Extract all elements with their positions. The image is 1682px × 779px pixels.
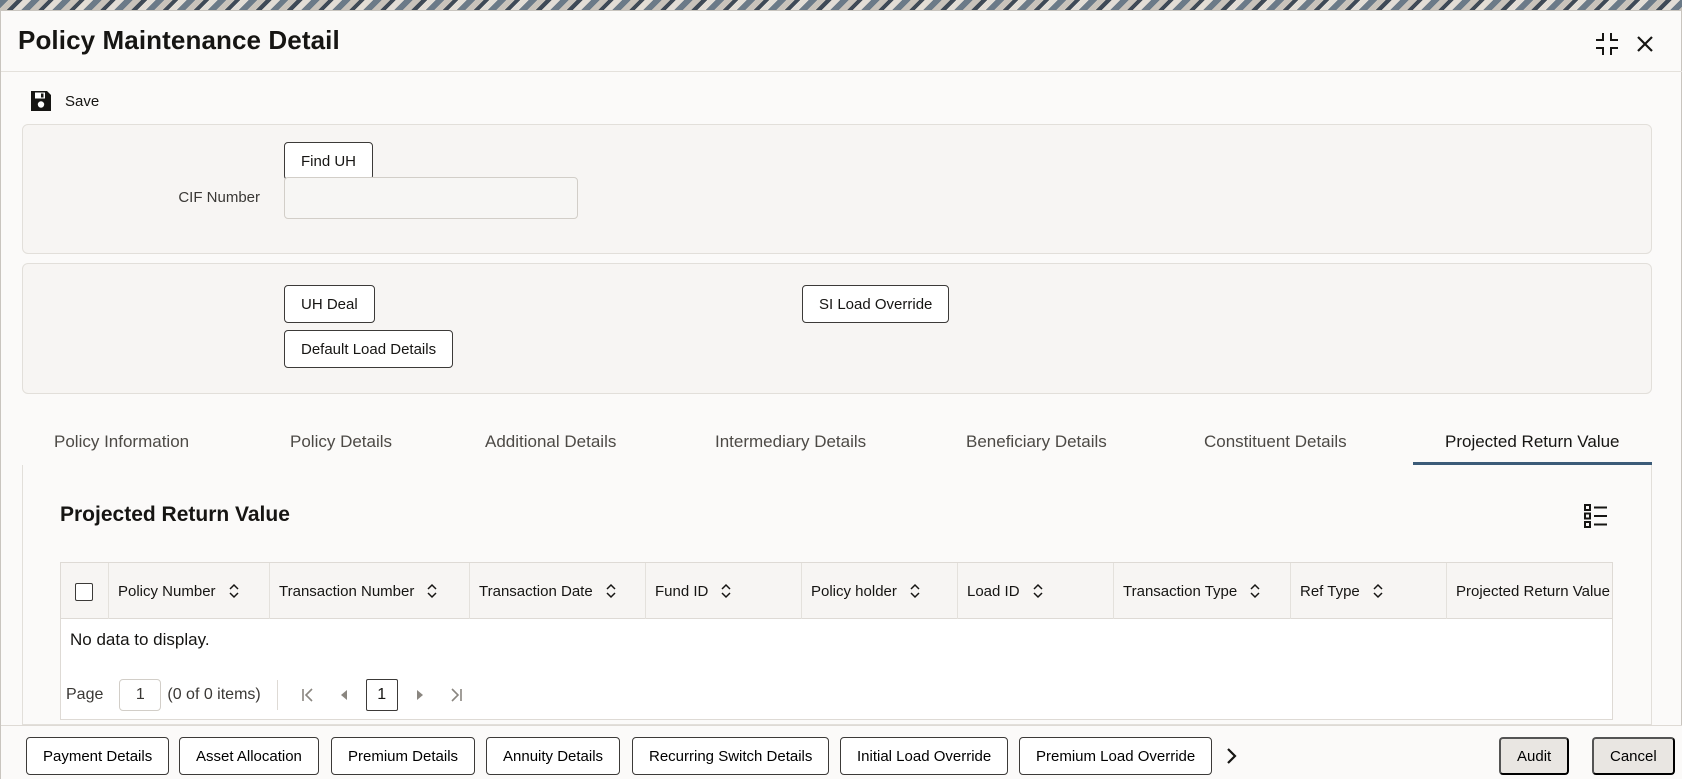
asset-allocation-button[interactable]: Asset Allocation — [179, 737, 319, 775]
column-transaction-date[interactable]: Transaction Date — [470, 563, 646, 619]
uh-deal-button[interactable]: UH Deal — [284, 285, 375, 323]
policy-maintenance-window: Policy Maintenance Detail Save Find UH C… — [0, 10, 1682, 779]
column-label: Load ID — [967, 582, 1020, 600]
select-all-cell — [61, 563, 109, 619]
column-label: Transaction Type — [1123, 582, 1238, 600]
maximize-button[interactable] — [1592, 29, 1622, 59]
column-label: Transaction Date — [479, 582, 593, 600]
column-label: Transaction Number — [279, 582, 415, 600]
si-load-override-button[interactable]: SI Load Override — [802, 285, 950, 323]
header-divider — [1, 71, 1682, 72]
save-button[interactable]: Save — [29, 87, 99, 115]
actions-panel: UH Deal Default Load Details SI Load Ove… — [22, 263, 1652, 394]
column-ref-type[interactable]: Ref Type — [1291, 563, 1447, 619]
last-page-button[interactable] — [442, 681, 470, 709]
tab-constituent-details[interactable]: Constituent Details — [1204, 419, 1347, 465]
sort-icon — [721, 583, 731, 599]
previous-page-icon — [340, 690, 347, 700]
column-label: Policy Number — [118, 582, 216, 600]
cif-number-label: CIF Number — [178, 189, 260, 206]
next-page-icon — [416, 690, 423, 700]
column-fund-id[interactable]: Fund ID — [646, 563, 802, 619]
tab-projected-return-value[interactable]: Projected Return Value — [1445, 419, 1620, 465]
page-title: Policy Maintenance Detail — [18, 25, 340, 55]
close-icon — [1637, 36, 1653, 52]
premium-details-button[interactable]: Premium Details — [331, 737, 476, 775]
tab-additional-details[interactable]: Additional Details — [485, 419, 616, 465]
first-page-button[interactable] — [294, 681, 322, 709]
save-label: Save — [65, 92, 100, 110]
sort-icon — [1373, 583, 1383, 599]
tab-policy-details[interactable]: Policy Details — [290, 419, 392, 465]
select-all-checkbox[interactable] — [75, 583, 93, 601]
column-label: Policy holder — [811, 582, 897, 600]
page-label: Page — [66, 686, 104, 703]
item-count: (0 of 0 items) — [167, 686, 261, 703]
projected-return-value-table: Policy Number Transaction Number Transac… — [60, 562, 1613, 720]
column-label: Ref Type — [1300, 582, 1360, 600]
tab-beneficiary-details[interactable]: Beneficiary Details — [966, 419, 1107, 465]
pagination: Page 1 (0 of 0 items) 1 — [66, 677, 470, 713]
tab-bar: Policy Information Policy Details Additi… — [22, 419, 1652, 465]
column-projected-return-value[interactable]: Projected Return Value — [1447, 563, 1612, 619]
tab-intermediary-details[interactable]: Intermediary Details — [715, 419, 866, 465]
column-transaction-number[interactable]: Transaction Number — [270, 563, 470, 619]
first-page-icon — [301, 688, 313, 702]
column-policy-number[interactable]: Policy Number — [109, 563, 270, 619]
column-settings-button[interactable] — [1583, 503, 1609, 529]
page-number-input[interactable]: 1 — [119, 679, 162, 711]
cif-number-input[interactable] — [284, 177, 578, 219]
sort-icon — [427, 583, 437, 599]
column-label: Fund ID — [655, 582, 709, 600]
sort-icon — [1033, 583, 1043, 599]
maximize-icon — [1596, 33, 1618, 55]
chevron-right-icon — [1227, 748, 1237, 764]
cancel-button[interactable]: Cancel — [1592, 737, 1675, 775]
payment-details-button[interactable]: Payment Details — [26, 737, 170, 775]
find-uh-button[interactable]: Find UH — [284, 142, 374, 180]
table-header: Policy Number Transaction Number Transac… — [61, 563, 1612, 619]
more-buttons-arrow[interactable] — [1217, 742, 1245, 770]
pager-divider — [276, 680, 278, 710]
current-page-indicator[interactable]: 1 — [365, 679, 398, 711]
list-icon — [1584, 504, 1607, 528]
sort-icon — [606, 583, 616, 599]
initial-load-override-button[interactable]: Initial Load Override — [840, 737, 1009, 775]
default-load-details-button[interactable]: Default Load Details — [284, 330, 454, 368]
recurring-switch-details-button[interactable]: Recurring Switch Details — [632, 737, 830, 775]
close-button[interactable] — [1630, 29, 1660, 59]
next-page-button[interactable] — [406, 681, 434, 709]
footer-bar: Payment Details Asset Allocation Premium… — [1, 725, 1682, 779]
previous-page-button[interactable] — [330, 681, 358, 709]
tab-policy-information[interactable]: Policy Information — [54, 419, 189, 465]
column-label: Projected Return Value — [1456, 582, 1610, 600]
annuity-details-button[interactable]: Annuity Details — [486, 737, 621, 775]
empty-table-message: No data to display. — [70, 630, 210, 649]
audit-button[interactable]: Audit — [1499, 737, 1570, 775]
sort-icon — [1250, 583, 1260, 599]
save-icon — [31, 91, 51, 111]
cif-panel: Find UH CIF Number — [22, 124, 1652, 254]
background-strip — [0, 0, 1682, 10]
column-policy-holder[interactable]: Policy holder — [802, 563, 958, 619]
premium-load-override-button[interactable]: Premium Load Override — [1019, 737, 1213, 775]
sort-icon — [229, 583, 239, 599]
last-page-icon — [451, 688, 462, 702]
column-load-id[interactable]: Load ID — [958, 563, 1114, 619]
section-title: Projected Return Value — [60, 503, 290, 526]
column-transaction-type[interactable]: Transaction Type — [1114, 563, 1291, 619]
sort-icon — [910, 583, 920, 599]
